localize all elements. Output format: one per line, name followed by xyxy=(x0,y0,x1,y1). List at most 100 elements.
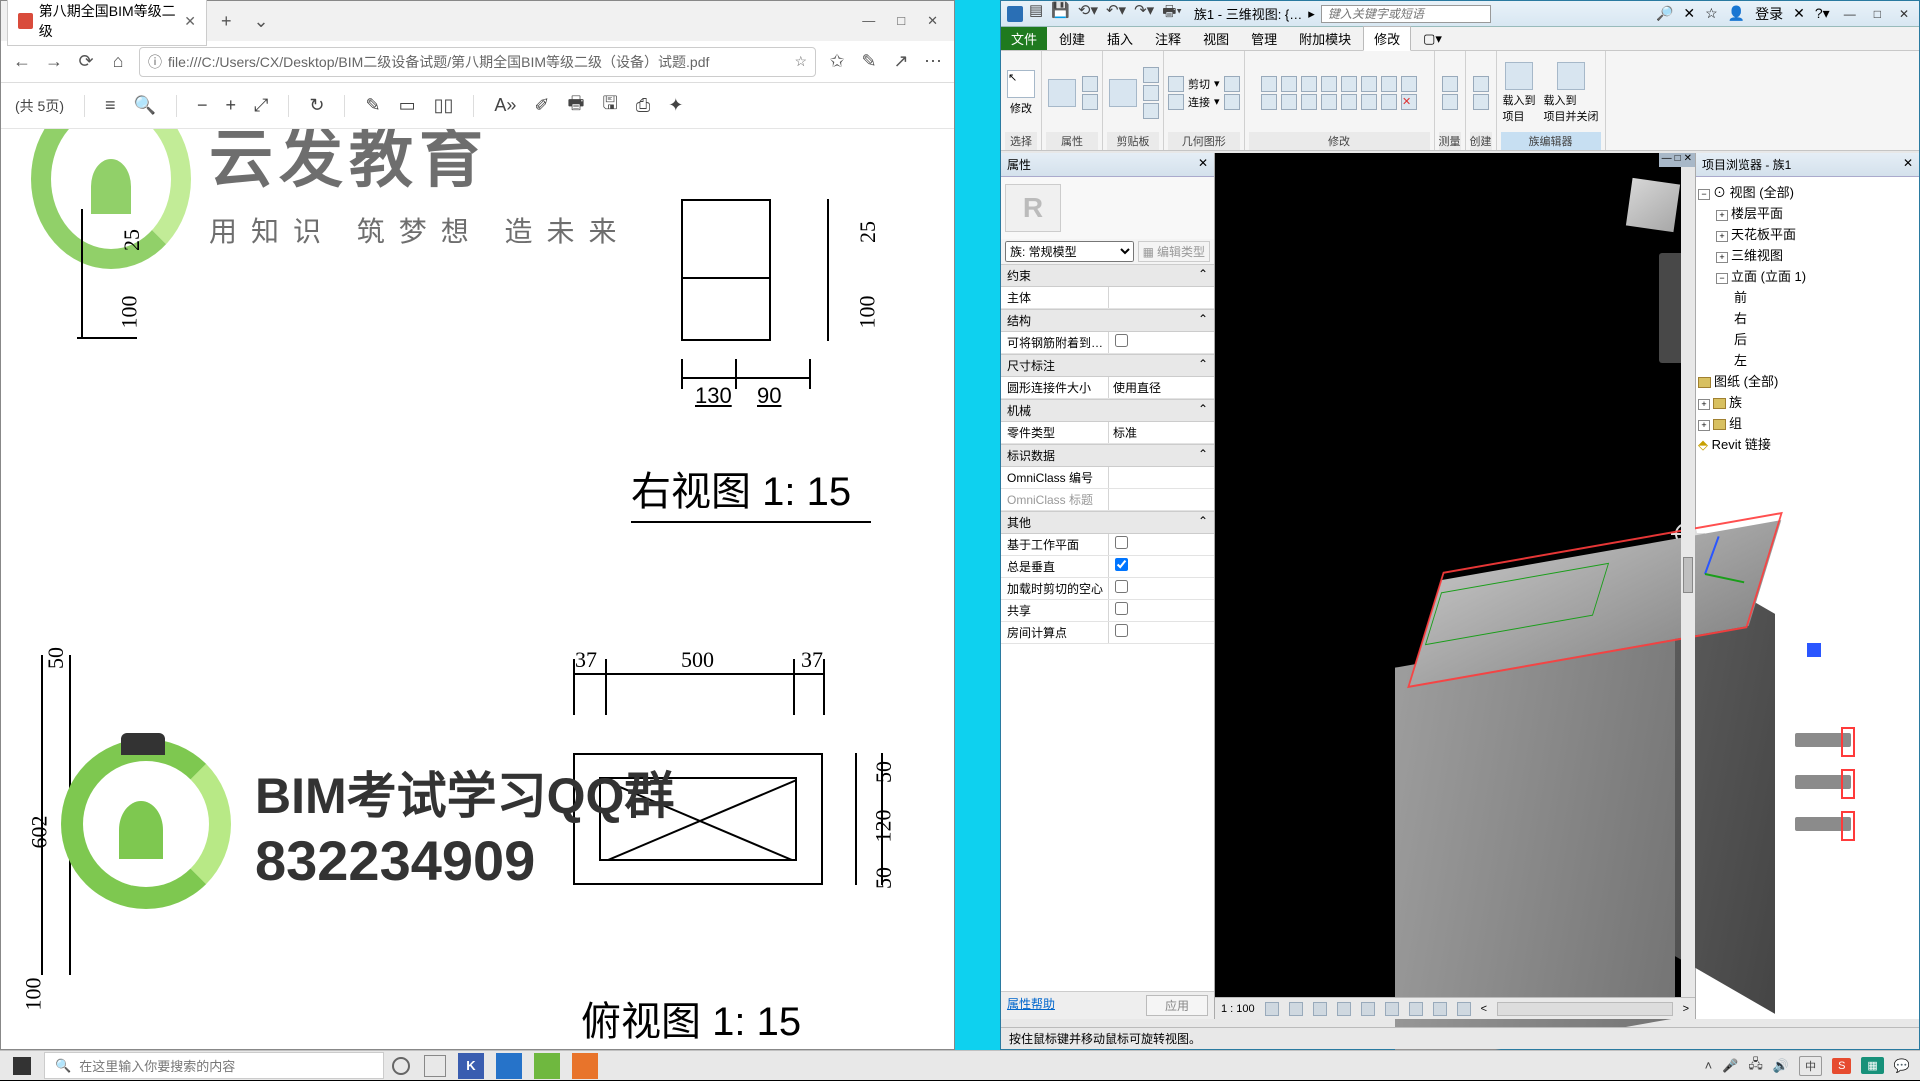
rotate-button[interactable]: ↻ xyxy=(309,95,324,116)
saveas-button[interactable]: ⎙ xyxy=(636,95,650,116)
prop-round-value[interactable]: 使用直径 xyxy=(1109,377,1214,398)
address-bar[interactable]: ⓘ file:///C:/Users/CX/Desktop/BIM二级设备试题/… xyxy=(139,47,816,77)
help-icon[interactable]: ?▾ xyxy=(1815,5,1830,22)
viewport-scrollbar-h[interactable] xyxy=(1497,1002,1672,1016)
revit-min-button[interactable]: — xyxy=(1840,7,1860,21)
toc-button[interactable]: ≡ xyxy=(105,95,116,116)
load-into-project-button[interactable]: 载入到 项目 xyxy=(1501,60,1538,126)
pdf-viewport[interactable]: 云发教育 用知识 筑梦想 造未来 25 100 25 100 130 90 右视… xyxy=(1,129,954,1049)
dimension-icon[interactable] xyxy=(1442,94,1458,110)
detail-level-icon[interactable] xyxy=(1265,1002,1279,1016)
notifications-icon[interactable]: 💬 xyxy=(1894,1058,1910,1074)
tree-groups[interactable]: +组 xyxy=(1698,412,1917,433)
qat-sync-icon[interactable]: ⟲▾ xyxy=(1078,1,1098,26)
move-icon[interactable] xyxy=(1261,94,1277,110)
align-icon[interactable] xyxy=(1261,76,1277,92)
tree-elev-back[interactable]: 后 xyxy=(1698,328,1917,349)
tree-ceiling-plans[interactable]: +天花板平面 xyxy=(1698,223,1917,244)
search-go-icon[interactable]: 🔎 xyxy=(1656,5,1673,22)
3d-viewport[interactable]: —□✕ 1 : 100 xyxy=(1215,153,1695,1019)
home-button[interactable]: ⌂ xyxy=(107,51,129,72)
prop-parttype-value[interactable]: 标准 xyxy=(1109,422,1214,443)
tab-view[interactable]: 视图 xyxy=(1193,27,1239,50)
zoom-out-button[interactable]: − xyxy=(197,95,208,116)
tab-create[interactable]: 创建 xyxy=(1049,27,1095,50)
split-icon[interactable] xyxy=(1341,76,1357,92)
erase-button[interactable]: ▭ xyxy=(399,95,416,116)
revit-close-button[interactable]: ✕ xyxy=(1895,7,1913,21)
tab-close-icon[interactable]: ✕ xyxy=(184,13,196,30)
prop-vert-checkbox[interactable] xyxy=(1115,558,1128,571)
crop-region-icon[interactable] xyxy=(1385,1002,1399,1016)
print-button[interactable]: 🖶 xyxy=(568,91,585,121)
array-icon[interactable] xyxy=(1361,76,1377,92)
zoom-in-button[interactable]: + xyxy=(225,95,236,116)
tree-views[interactable]: −⊙ 视图 (全部) xyxy=(1698,181,1917,202)
temp-hide-icon[interactable] xyxy=(1433,1002,1447,1016)
prop-room-checkbox[interactable] xyxy=(1115,624,1128,637)
recent-chevron[interactable]: ▸ xyxy=(1308,6,1315,22)
tree-elev-left[interactable]: 左 xyxy=(1698,349,1917,370)
paste-button[interactable] xyxy=(1107,77,1139,109)
new-tab-button[interactable]: + xyxy=(213,11,240,32)
drag-grip-icon[interactable] xyxy=(1807,643,1821,657)
tree-floor-plans[interactable]: +楼层平面 xyxy=(1698,202,1917,223)
cut-icon[interactable] xyxy=(1143,67,1159,83)
taskbar-app-green[interactable] xyxy=(528,1051,566,1081)
window-minimize-button[interactable]: — xyxy=(862,13,875,29)
crop-icon[interactable] xyxy=(1361,1002,1375,1016)
share-button[interactable]: ↗ xyxy=(890,51,912,72)
tab-file[interactable]: 文件 xyxy=(1001,27,1047,50)
favorites-button[interactable]: ✩ xyxy=(826,51,848,72)
properties-button[interactable] xyxy=(1046,77,1078,109)
prop-omninum-value[interactable] xyxy=(1109,467,1214,488)
browser-tab[interactable]: 第八期全国BIM等级二级 ✕ xyxy=(7,0,207,46)
tray-app-icon[interactable]: ▦ xyxy=(1861,1057,1883,1074)
tray-chevron-icon[interactable]: ˄ xyxy=(1705,1058,1713,1073)
modify-tool-button[interactable]: ↖修改 xyxy=(1005,68,1037,118)
tree-elevations[interactable]: −立面 (立面 1) xyxy=(1698,265,1917,286)
tab-list-button[interactable]: ⌄ xyxy=(246,11,277,32)
login-link[interactable]: 登录 xyxy=(1755,4,1783,24)
sogou-ime-icon[interactable]: S xyxy=(1832,1058,1851,1074)
tab-options[interactable]: ▢▾ xyxy=(1413,29,1452,49)
cortana-button[interactable] xyxy=(384,1051,418,1081)
more-button[interactable]: ⋯ xyxy=(922,51,944,72)
mirror-draw-icon[interactable] xyxy=(1321,76,1337,92)
taskbar-search[interactable]: 🔍在这里输入你要搜索的内容 xyxy=(44,1052,384,1079)
ime-indicator[interactable]: 中 xyxy=(1799,1056,1822,1076)
viewport-scrollbar-v[interactable] xyxy=(1681,167,1695,997)
browser-close-icon[interactable]: ✕ xyxy=(1903,156,1913,173)
tree-sheets[interactable]: 图纸 (全部) xyxy=(1698,370,1917,391)
tab-manage[interactable]: 管理 xyxy=(1241,27,1287,50)
refresh-button[interactable]: ⟳ xyxy=(75,51,97,72)
view-max-icon[interactable]: □ xyxy=(1675,153,1681,167)
group-mech[interactable]: 机械⌃ xyxy=(1001,399,1214,422)
forward-button[interactable]: → xyxy=(43,51,65,72)
window-close-button[interactable]: ✕ xyxy=(927,13,938,29)
view-close-icon[interactable]: ✕ xyxy=(1684,153,1692,167)
measure-icon[interactable] xyxy=(1442,76,1458,92)
group-icon[interactable] xyxy=(1361,94,1377,110)
prop-rebar-checkbox[interactable] xyxy=(1115,334,1128,347)
shadows-icon[interactable] xyxy=(1337,1002,1351,1016)
tab-modify[interactable]: 修改 xyxy=(1363,26,1411,51)
revit-max-button[interactable]: □ xyxy=(1870,7,1885,21)
group-constraint[interactable]: 约束⌃ xyxy=(1001,264,1214,287)
tab-insert[interactable]: 插入 xyxy=(1097,27,1143,50)
mirror-axis-icon[interactable] xyxy=(1301,76,1317,92)
qat-open-icon[interactable]: ▤ xyxy=(1029,1,1043,26)
edit-type-button[interactable]: ▦编辑类型 xyxy=(1138,241,1210,262)
user-icon[interactable]: 👤 xyxy=(1728,5,1745,22)
properties-close-icon[interactable]: ✕ xyxy=(1198,156,1208,173)
offset-icon[interactable] xyxy=(1281,76,1297,92)
vcb-chevron-right[interactable]: > xyxy=(1683,1003,1689,1015)
tree-3d-views[interactable]: +三维视图 xyxy=(1698,244,1917,265)
properties-apply-button[interactable]: 应用 xyxy=(1146,995,1208,1016)
trim-icon[interactable] xyxy=(1321,94,1337,110)
copy-icon[interactable] xyxy=(1143,85,1159,101)
taskview-button[interactable] xyxy=(418,1051,452,1081)
visual-style-icon[interactable] xyxy=(1289,1002,1303,1016)
taskbar-app-edge[interactable] xyxy=(490,1051,528,1081)
create-group-icon[interactable] xyxy=(1473,94,1489,110)
